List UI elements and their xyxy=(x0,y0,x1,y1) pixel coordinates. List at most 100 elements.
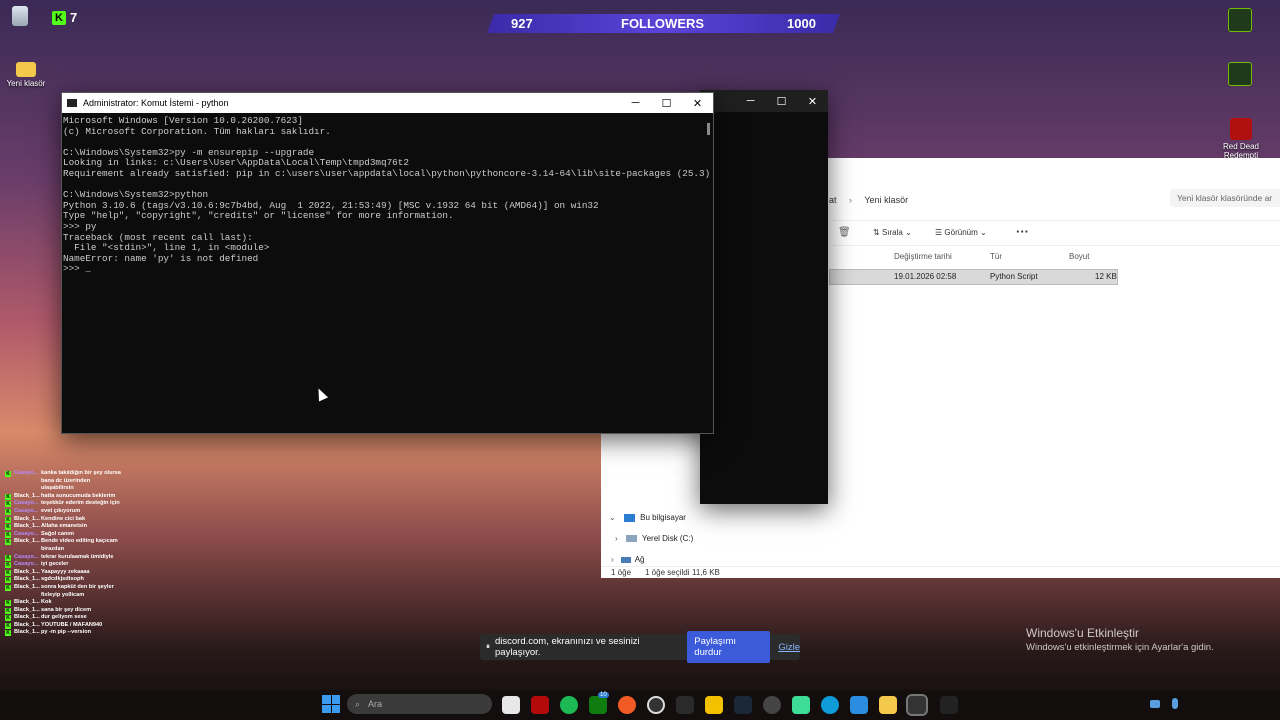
recycle-bin-icon[interactable] xyxy=(12,6,28,28)
taskbar-search[interactable]: ⌕ Ara xyxy=(347,694,492,714)
stop-sharing-button[interactable]: Paylaşımı durdur xyxy=(687,631,771,663)
origin-icon[interactable] xyxy=(618,696,636,714)
cmd-line: >>> _ xyxy=(63,263,91,275)
kick-badge-icon: K xyxy=(5,622,11,629)
game-icon xyxy=(1230,118,1252,140)
tray-microphone-icon[interactable] xyxy=(1172,698,1178,709)
chat-text: sonra kapküt den bir şeyler fixleyip yol… xyxy=(41,583,114,598)
view-label: Görünüm xyxy=(944,228,978,237)
edge-icon[interactable] xyxy=(821,696,839,714)
cmd-line: Requirement already satisfied: pip in c:… xyxy=(63,167,711,179)
nav-local-disk[interactable]: › Yerel Disk (C:) xyxy=(615,534,693,543)
column-type[interactable]: Tür xyxy=(990,252,1002,261)
cmd-console[interactable]: Microsoft Windows [Version 10.0.26200.76… xyxy=(62,113,713,432)
xbox-icon[interactable] xyxy=(589,696,607,714)
expand-chevron-icon: ⌄ xyxy=(609,513,616,522)
close-icon[interactable]: ✕ xyxy=(797,95,828,108)
maximize-icon[interactable]: ☐ xyxy=(766,95,797,108)
file-row-selected[interactable]: 19.01.2026 02:58 Python Script 12 KB xyxy=(829,269,1118,285)
chat-message: K Black_1... sgdcdkjsdtsoph xyxy=(0,576,130,584)
terminal-window-back: ─ ☐ ✕ xyxy=(700,90,828,504)
chat-message: K Black_1... dur geliyom sese xyxy=(0,614,130,622)
hide-link[interactable]: Gizle xyxy=(778,642,800,653)
desktop-game[interactable]: Red Dead Redempti xyxy=(1215,118,1267,160)
kick-badge-icon: K xyxy=(5,577,11,584)
chat-username: Black_1... xyxy=(14,629,40,636)
delete-icon[interactable]: 🗑 xyxy=(838,227,851,238)
chat-username: Casayo... xyxy=(14,561,39,568)
breadcrumb-prev[interactable]: at xyxy=(829,195,837,205)
kick-badge-icon: K xyxy=(5,584,11,591)
kick-badge-icon: K xyxy=(5,471,11,477)
steam-icon[interactable] xyxy=(734,696,752,714)
app-shortcut-icon[interactable] xyxy=(1228,62,1252,88)
chat-username: Black_1... xyxy=(14,492,40,499)
chat-text: sana bir şey dicem xyxy=(41,606,92,613)
column-date[interactable]: Değiştirme tarihi xyxy=(894,252,952,261)
chat-text: sgdcdkjsdtsoph xyxy=(41,576,84,583)
chat-message: K Casayo... evet çıkıyorum xyxy=(0,508,130,516)
breadcrumb: at › Yeni klasör xyxy=(829,195,908,205)
terminal-taskbar-icon[interactable] xyxy=(940,696,958,714)
app-circle-icon[interactable] xyxy=(647,696,665,714)
chat-text: YOUTUBE / MAFAN940 xyxy=(41,621,103,628)
chat-text: Bende video editing kaçıcam birazdan xyxy=(41,538,118,552)
file-type: Python Script xyxy=(990,272,1038,281)
desktop-folder[interactable]: Yeni klasör xyxy=(4,62,48,88)
cmd-output: Microsoft Windows [Version 10.0.26200.76… xyxy=(62,113,713,275)
nvidia-icon[interactable] xyxy=(1228,8,1252,34)
minimize-icon[interactable]: ─ xyxy=(735,95,766,107)
search-icon: ⌕ xyxy=(355,699,361,709)
status-selected: 1 öğe seçildi xyxy=(645,568,690,577)
whatsapp-icon[interactable] xyxy=(792,696,810,714)
cmd-taskbar-icon[interactable] xyxy=(906,694,928,716)
close-icon[interactable]: ✕ xyxy=(682,97,713,110)
netflix-icon[interactable] xyxy=(531,696,549,714)
vscode-icon[interactable] xyxy=(850,696,868,714)
kick-badge-icon: K xyxy=(5,531,11,538)
discord-share-text: discord.com, ekranınızı ve sesinizi payl… xyxy=(495,636,640,658)
view-button[interactable]: ☰ Görünüm ⌄ xyxy=(935,228,987,237)
stream-chat-overlay: K Casayo... kanka takıldığın bir şey olurs… xyxy=(0,470,130,637)
kick-badge-icon: K xyxy=(5,516,11,523)
task-view-icon[interactable] xyxy=(502,696,520,714)
chat-username: Casayo... xyxy=(14,470,39,476)
explorer-search[interactable]: Yeni klasör klasöründe ar xyxy=(1170,189,1280,207)
kick-badge-icon: K xyxy=(5,562,11,569)
sort-button[interactable]: ⇅ Sırala ⌄ xyxy=(873,228,912,237)
epic-games-icon[interactable] xyxy=(676,696,694,714)
nav-network-label: Ağ xyxy=(634,555,645,564)
file-explorer-icon[interactable] xyxy=(879,696,897,714)
chat-username: Black_1... xyxy=(14,523,40,530)
maximize-icon[interactable]: ☐ xyxy=(651,97,682,110)
breadcrumb-chevron-icon: › xyxy=(849,195,853,205)
terminal-back-titlebar: ─ ☐ ✕ xyxy=(700,90,828,112)
more-options-icon[interactable]: ··· xyxy=(1016,224,1029,239)
status-bar: 1 öğe 1 öğe seçildi 11,6 KB xyxy=(601,566,1280,579)
spotify-icon[interactable] xyxy=(560,696,578,714)
kick-badge-icon: K xyxy=(5,607,11,614)
column-size[interactable]: Boyut xyxy=(1069,252,1089,261)
breadcrumb-current[interactable]: Yeni klasör xyxy=(864,195,908,205)
cmd-window: Administrator: Komut İstemi - python ─ ☐… xyxy=(61,92,714,434)
cmd-line: >>> py xyxy=(63,220,97,232)
activation-subtitle: Windows'u etkinleştirmek için Ayarlar'a … xyxy=(1026,642,1214,653)
obs-icon[interactable] xyxy=(763,696,781,714)
kick-badge-icon: K xyxy=(5,630,11,637)
nav-network[interactable]: › Ağ xyxy=(611,555,644,564)
chat-text: iyi geceler xyxy=(41,561,69,568)
chat-text: kanka takıldığın bir şey olursa bana dc … xyxy=(41,470,121,492)
drive-icon xyxy=(625,535,637,543)
taskbar-search-placeholder: Ara xyxy=(368,699,383,709)
kick-count: 7 xyxy=(70,10,78,25)
kick-widget: K 7 xyxy=(52,10,77,25)
minimize-icon[interactable]: ─ xyxy=(620,97,651,109)
start-button-icon[interactable] xyxy=(322,695,340,713)
cmd-titlebar: Administrator: Komut İstemi - python ─ ☐… xyxy=(62,93,713,113)
discord-share-bar: ⏸ discord.com, ekranınızı ve sesinizi pa… xyxy=(480,631,800,663)
scrollbar-thumb[interactable] xyxy=(707,123,710,135)
tray-cloud-icon[interactable] xyxy=(1150,700,1160,708)
nav-this-pc[interactable]: ⌄ Bu bilgisayar xyxy=(609,513,686,522)
rockstar-icon[interactable] xyxy=(705,696,723,714)
chat-text: Kok xyxy=(41,599,52,606)
